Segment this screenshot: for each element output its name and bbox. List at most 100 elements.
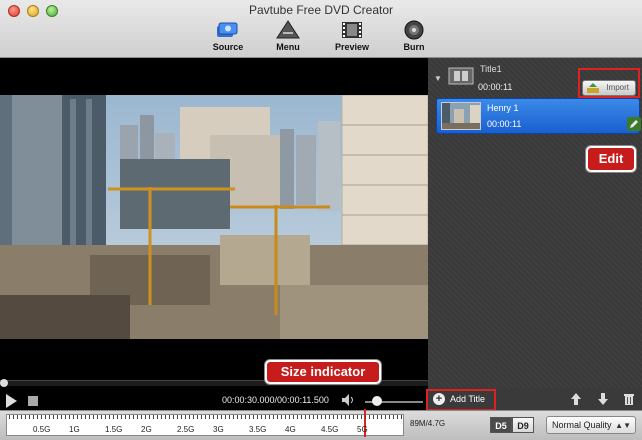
- toolbar-burn-button[interactable]: Burn: [384, 18, 444, 56]
- ruler-minor-tick: [293, 415, 294, 419]
- ruler-tick-label: 4.5G: [321, 425, 339, 434]
- toolbar-source-label: Source: [212, 42, 244, 52]
- video-frame: [0, 95, 428, 339]
- ruler-minor-tick: [397, 415, 398, 419]
- import-highlight-box: [578, 68, 640, 98]
- ruler-minor-tick: [185, 415, 186, 419]
- ruler-minor-tick: [29, 415, 30, 419]
- ruler-minor-tick: [289, 415, 290, 419]
- ruler-minor-tick: [65, 415, 66, 419]
- volume-knob[interactable]: [372, 396, 382, 406]
- chevron-updown-icon: ▲▼: [615, 421, 631, 430]
- ruler-minor-tick: [381, 415, 382, 419]
- size-indicator-callout: Size indicator: [265, 360, 381, 384]
- trash-icon[interactable]: [622, 392, 636, 406]
- quality-selected-label: Normal Quality: [552, 420, 612, 430]
- play-button[interactable]: [6, 394, 17, 408]
- ruler-minor-tick: [209, 415, 210, 419]
- ruler-minor-tick: [9, 415, 10, 419]
- ruler-minor-tick: [317, 415, 318, 419]
- ruler-minor-tick: [253, 415, 254, 419]
- ruler-minor-tick: [353, 415, 354, 419]
- ruler-minor-tick: [81, 415, 82, 419]
- toolbar-preview-button[interactable]: Preview: [322, 18, 382, 56]
- ruler-minor-tick: [181, 415, 182, 419]
- ruler-minor-tick: [173, 415, 174, 419]
- ruler-minor-tick: [389, 415, 390, 419]
- ruler-minor-tick: [57, 415, 58, 419]
- ruler-minor-tick: [153, 415, 154, 419]
- ruler-tick-label: 3G: [213, 425, 224, 434]
- ruler-minor-tick: [357, 415, 358, 419]
- ruler-minor-tick: [257, 415, 258, 419]
- ruler-minor-tick: [217, 415, 218, 419]
- ruler-minor-tick: [41, 415, 42, 419]
- ruler-minor-tick: [37, 415, 38, 419]
- ruler-minor-tick: [285, 415, 286, 419]
- clip-thumbnail: [441, 102, 481, 130]
- toolbar-menu-label: Menu: [276, 42, 300, 52]
- toolbar-source-button[interactable]: Source: [198, 18, 258, 56]
- window-titlebar: Pavtube Free DVD Creator Source Menu Pre…: [0, 0, 642, 58]
- ruler-minor-tick: [165, 415, 166, 419]
- toolbar-menu-button[interactable]: Menu: [258, 18, 318, 56]
- ruler-minor-tick: [365, 415, 366, 419]
- ruler-minor-tick: [85, 415, 86, 419]
- window-title: Pavtube Free DVD Creator: [248, 3, 394, 17]
- ruler-tick-label: 2G: [141, 425, 152, 434]
- move-up-icon[interactable]: [569, 392, 583, 406]
- ruler-minor-tick: [333, 415, 334, 419]
- ruler-minor-tick: [49, 415, 50, 419]
- ruler-minor-tick: [141, 415, 142, 419]
- ruler-minor-tick: [233, 415, 234, 419]
- ruler-tick-label: 1.5G: [105, 425, 123, 434]
- ruler-minor-tick: [265, 415, 266, 419]
- ruler-minor-tick: [137, 415, 138, 419]
- film-icon: [342, 22, 362, 38]
- ruler-tick-label: 5G: [357, 425, 368, 434]
- seek-knob[interactable]: [0, 379, 8, 387]
- ruler-minor-tick: [269, 415, 270, 419]
- ruler-tick-label: 2.5G: [177, 425, 195, 434]
- ruler-minor-tick: [241, 415, 242, 419]
- ruler-minor-tick: [385, 415, 386, 419]
- ruler-minor-tick: [113, 415, 114, 419]
- clip-duration: 00:00:11: [487, 119, 522, 129]
- move-down-icon[interactable]: [596, 392, 610, 406]
- d9-button[interactable]: D9: [512, 417, 534, 433]
- ruler-minor-tick: [157, 415, 158, 419]
- title-name: Title1: [480, 64, 502, 74]
- ruler-minor-tick: [133, 415, 134, 419]
- ruler-minor-tick: [345, 415, 346, 419]
- ruler-minor-tick: [73, 415, 74, 419]
- d5-button[interactable]: D5: [490, 417, 512, 433]
- disclosure-triangle-icon[interactable]: ▼: [434, 74, 442, 83]
- title-film-icon: [448, 67, 474, 85]
- ruler-minor-tick: [373, 415, 374, 419]
- ruler-minor-tick: [237, 415, 238, 419]
- ruler-minor-tick: [189, 415, 190, 419]
- ruler-minor-tick: [145, 415, 146, 419]
- ruler-minor-tick: [129, 415, 130, 419]
- ruler-minor-tick: [393, 415, 394, 419]
- city-construction-image: [0, 95, 428, 339]
- ruler-minor-tick: [369, 415, 370, 419]
- ruler-minor-tick: [105, 415, 106, 419]
- ruler-tick-label: 1G: [69, 425, 80, 434]
- toolbar-burn-label: Burn: [403, 42, 425, 52]
- ruler-minor-tick: [197, 415, 198, 419]
- ruler-minor-tick: [281, 415, 282, 419]
- ruler-minor-tick: [13, 415, 14, 419]
- clip-row[interactable]: Henry 1 00:00:11: [436, 98, 641, 134]
- ruler-tick-label: 3.5G: [249, 425, 267, 434]
- ruler-minor-tick: [169, 415, 170, 419]
- edit-pencil-icon[interactable]: [627, 117, 641, 131]
- speaker-icon[interactable]: [341, 393, 355, 407]
- ruler-minor-tick: [401, 415, 402, 419]
- stop-button[interactable]: [28, 396, 38, 406]
- ruler-minor-tick: [361, 415, 362, 419]
- ruler-minor-tick: [149, 415, 150, 419]
- video-preview[interactable]: [0, 58, 428, 380]
- quality-select[interactable]: Normal Quality ▲▼: [546, 416, 636, 434]
- ruler-minor-tick: [321, 415, 322, 419]
